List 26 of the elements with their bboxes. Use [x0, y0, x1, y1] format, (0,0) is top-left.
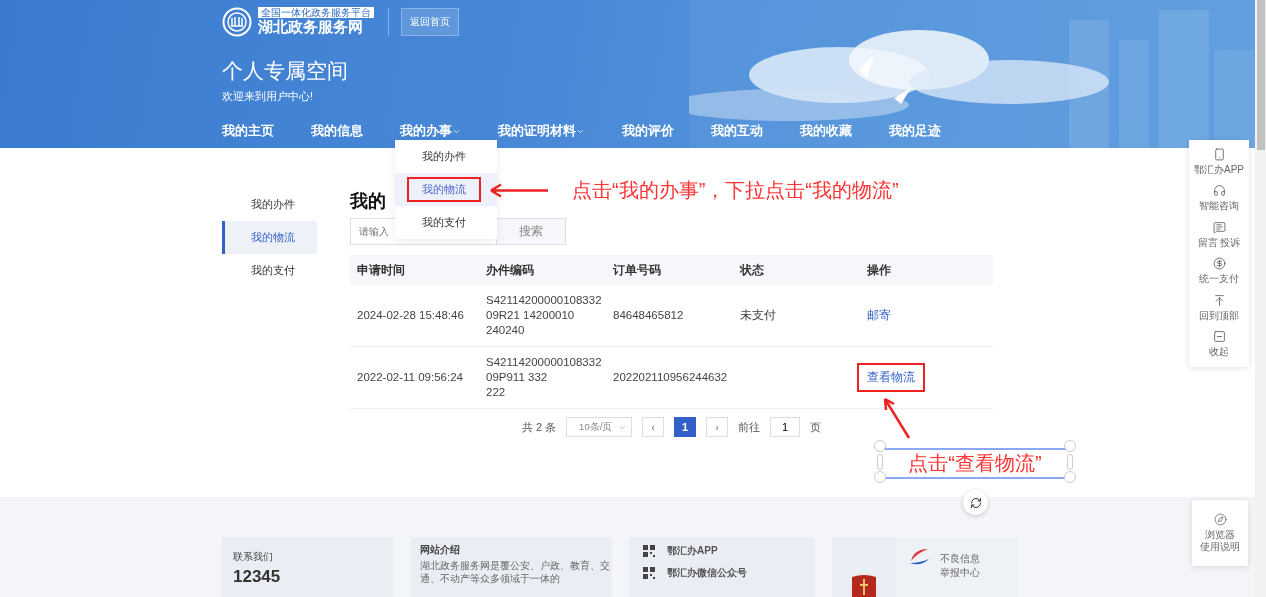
column-header: 申请时间: [357, 261, 406, 279]
hotline-number: 12345: [233, 567, 281, 587]
column-header: 办件编码: [486, 261, 535, 279]
intro-text: 湖北政务服务网是覆公安、户政、教育、交通、不动产等众多领域于一体的: [420, 559, 610, 585]
section-title: 我的: [350, 190, 386, 212]
total-count: 共 2 条: [521, 419, 557, 435]
table-cell-text: 未支付: [740, 308, 777, 323]
intro-title: 网站介绍: [420, 543, 461, 557]
table-cell-text: S42114200000108332 09R21 14200010 240240: [486, 293, 603, 338]
column-header: 操作: [867, 261, 892, 279]
welcome-text: 欢迎来到用户中心!: [222, 89, 315, 104]
column-header: 状态: [740, 261, 765, 279]
site-name: 湖北政务服务网: [258, 18, 364, 36]
page-heading: 个人专属空间: [222, 58, 349, 84]
contact-label: 联系我们: [233, 550, 274, 564]
table-cell-text: S42114200000108332 09P911 332 222: [486, 355, 603, 400]
column-header: 订单号码: [613, 261, 662, 279]
annotation-text: 点击“我的办事”，下拉点击“我的物流”: [572, 178, 899, 203]
table-cell-text: 84648465812: [613, 308, 685, 323]
table-cell-text: 202202110956244632: [613, 370, 729, 385]
platform-tag: 全国一体化政务服务平台: [258, 7, 374, 18]
table-cell-text: 2022-02-11 09:56:24: [357, 370, 464, 385]
table-cell-text: 2024-02-28 15:48:46: [357, 308, 465, 323]
goto-label: 前往: [738, 419, 761, 435]
annotation-text: 点击“查看物流”: [908, 451, 1042, 476]
page-unit: 页: [810, 419, 822, 435]
